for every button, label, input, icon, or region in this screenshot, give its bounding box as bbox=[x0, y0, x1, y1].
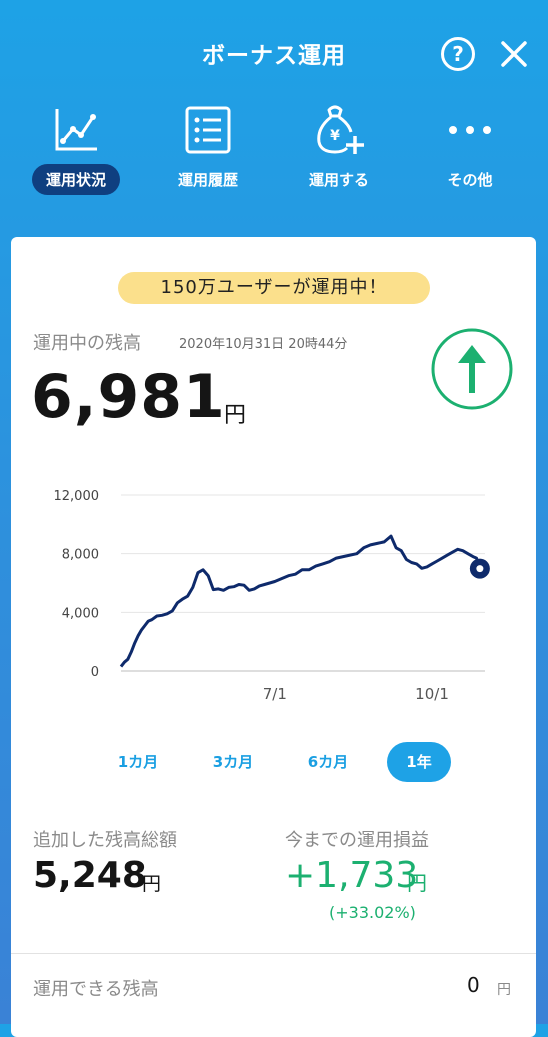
tab-more[interactable]: その他 bbox=[410, 100, 530, 195]
available-balance-unit: 円 bbox=[497, 982, 511, 998]
y-tick-label: 4,000 bbox=[62, 606, 99, 621]
period-3m-button[interactable]: 3カ月 bbox=[201, 742, 265, 782]
balance-amount: 6,981 bbox=[31, 362, 226, 432]
x-tick-label: 7/1 bbox=[263, 685, 287, 703]
help-button[interactable]: ? bbox=[441, 37, 475, 71]
divider bbox=[11, 953, 536, 954]
list-icon bbox=[185, 106, 231, 154]
period-6m-button[interactable]: 6カ月 bbox=[296, 742, 360, 782]
y-tick-label: 8,000 bbox=[62, 548, 99, 563]
balance-timestamp: 2020年10月31日 20時44分 bbox=[179, 337, 348, 352]
period-selector: 1カ月 3カ月 6カ月 1年 bbox=[106, 742, 466, 782]
balance-line bbox=[119, 534, 482, 668]
tab-history[interactable]: 運用履歴 bbox=[148, 100, 268, 195]
tab-history-label: 運用履歴 bbox=[177, 171, 238, 189]
tab-invest[interactable]: ¥ 運用する bbox=[279, 100, 399, 195]
profit-loss-percent: (+33.02%) bbox=[329, 903, 416, 922]
tab-status-label: 運用状況 bbox=[31, 164, 120, 195]
available-balance-label: 運用できる残高 bbox=[33, 979, 159, 1000]
x-tick-label: 10/1 bbox=[415, 685, 449, 703]
added-total-value: 5,248 bbox=[33, 855, 147, 896]
profit-loss-unit: 円 bbox=[407, 871, 427, 895]
profit-loss-value: +1,733 bbox=[285, 855, 419, 896]
period-1m-button[interactable]: 1カ月 bbox=[106, 742, 170, 782]
period-1y-button[interactable]: 1年 bbox=[387, 742, 451, 782]
money-bag-plus-icon: ¥ bbox=[317, 105, 364, 154]
tab-invest-label: 運用する bbox=[308, 171, 369, 189]
status-card: 150万ユーザーが運用中！ 運用中の残高 2020年10月31日 20時44分 … bbox=[11, 237, 536, 1037]
close-icon[interactable] bbox=[500, 40, 528, 68]
svg-text:¥: ¥ bbox=[330, 128, 340, 144]
chart-line-icon bbox=[55, 109, 97, 151]
available-balance-value: 0 bbox=[467, 973, 480, 997]
added-total-label: 追加した残高総額 bbox=[33, 830, 177, 851]
balance-unit: 円 bbox=[224, 403, 247, 428]
more-icon bbox=[449, 126, 491, 134]
tab-more-label: その他 bbox=[447, 171, 493, 189]
y-tick-label: 12,000 bbox=[54, 489, 100, 504]
balance-label: 運用中の残高 bbox=[33, 333, 141, 354]
user-count-banner: 150万ユーザーが運用中！ bbox=[118, 272, 430, 304]
latest-point-center bbox=[476, 565, 484, 573]
profit-loss-label: 今までの運用損益 bbox=[285, 830, 429, 851]
balance-chart: 12,000 8,000 4,000 0 7/1 10/1 bbox=[54, 489, 490, 703]
tab-status[interactable]: 運用状況 bbox=[16, 100, 136, 195]
added-total-unit: 円 bbox=[142, 873, 162, 895]
arrow-up-icon bbox=[431, 328, 513, 410]
y-tick-label: 0 bbox=[91, 665, 99, 680]
